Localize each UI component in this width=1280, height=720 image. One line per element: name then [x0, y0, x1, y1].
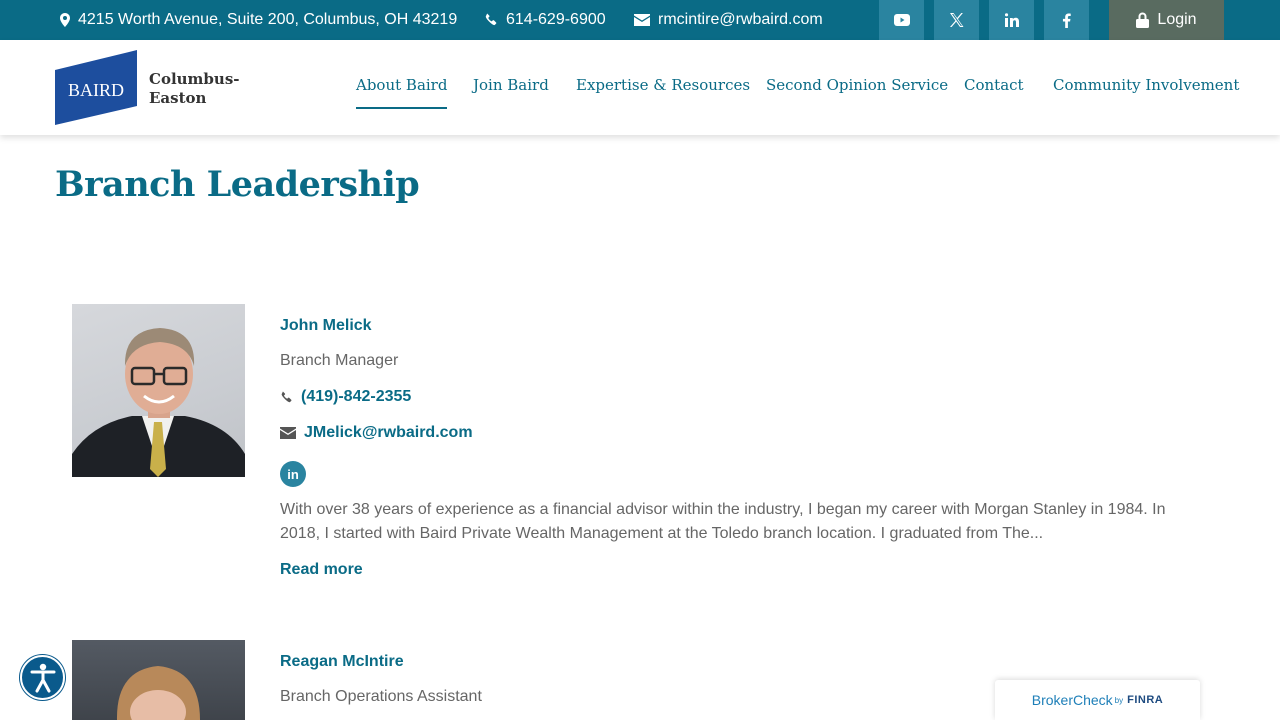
nav-contact[interactable]: Contact: [964, 76, 1024, 106]
portrait-image: [116, 666, 200, 720]
linkedin-icon[interactable]: in: [280, 461, 306, 487]
baird-logo[interactable]: BAIRD: [55, 50, 137, 125]
person-phone-text: (419)-842-2355: [301, 388, 412, 405]
lock-icon: [1136, 12, 1150, 28]
nav-community[interactable]: Community Involvement: [1053, 76, 1239, 106]
finra-label: FINRA: [1127, 694, 1164, 706]
branch-name-line2: Easton: [149, 89, 207, 107]
person-role: Branch Operations Assistant: [280, 688, 482, 705]
phone-text: 614-629-6900: [506, 11, 606, 28]
youtube-link[interactable]: [879, 0, 924, 40]
brokercheck-label: BrokerCheck: [1031, 692, 1113, 708]
map-pin-icon: [60, 13, 70, 27]
branch-name: Columbus- Easton: [149, 70, 239, 108]
site-header: BAIRD Columbus- Easton About Baird Join …: [0, 40, 1280, 135]
address[interactable]: 4215 Worth Avenue, Suite 200, Columbus, …: [60, 0, 457, 40]
brokercheck-by: by: [1114, 695, 1124, 705]
phone-icon: [281, 390, 292, 402]
login-label: Login: [1157, 11, 1197, 28]
nav-join-baird[interactable]: Join Baird: [473, 76, 549, 106]
nav-expertise-resources[interactable]: Expertise & Resources: [576, 76, 750, 106]
email-text: rmcintire@rwbaird.com: [658, 11, 823, 28]
phone-link[interactable]: 614-629-6900: [484, 0, 606, 40]
portrait-image: [72, 328, 245, 477]
linkedin-link[interactable]: [989, 0, 1034, 40]
envelope-icon: [280, 427, 296, 439]
phone-icon: [485, 13, 497, 26]
person-email[interactable]: JMelick@rwbaird.com: [280, 424, 473, 442]
facebook-link[interactable]: [1044, 0, 1089, 40]
envelope-icon: [634, 14, 650, 26]
person-photo: [72, 640, 245, 720]
logo-brand: BAIRD: [68, 80, 124, 100]
person-photo: [72, 304, 245, 477]
person-role: Branch Manager: [280, 352, 399, 369]
address-text: 4215 Worth Avenue, Suite 200, Columbus, …: [78, 11, 458, 28]
person-phone[interactable]: (419)-842-2355: [280, 388, 411, 406]
email-link[interactable]: rmcintire@rwbaird.com: [634, 0, 823, 40]
linkedin-icon: [1004, 13, 1019, 27]
person-name[interactable]: Reagan McIntire: [280, 653, 404, 671]
page-title: Branch Leadership: [55, 164, 420, 205]
person-bio: With over 38 years of experience as a fi…: [280, 501, 1166, 542]
x-icon: [949, 13, 963, 27]
top-bar: 4215 Worth Avenue, Suite 200, Columbus, …: [0, 0, 1280, 40]
accessibility-icon: [30, 663, 55, 692]
nav-about-baird[interactable]: About Baird: [356, 76, 448, 109]
youtube-icon: [893, 14, 910, 26]
person-name[interactable]: John Melick: [280, 317, 372, 335]
branch-name-line1: Columbus-: [149, 70, 240, 88]
login-button[interactable]: Login: [1109, 0, 1224, 40]
read-more-link[interactable]: Read more: [280, 561, 363, 579]
brokercheck-widget[interactable]: BrokerCheck by FINRA: [995, 680, 1200, 720]
accessibility-button[interactable]: [20, 655, 65, 700]
x-link[interactable]: [934, 0, 979, 40]
facebook-icon: [1062, 12, 1071, 28]
person-email-text: JMelick@rwbaird.com: [304, 424, 473, 441]
nav-second-opinion[interactable]: Second Opinion Service: [766, 76, 948, 106]
